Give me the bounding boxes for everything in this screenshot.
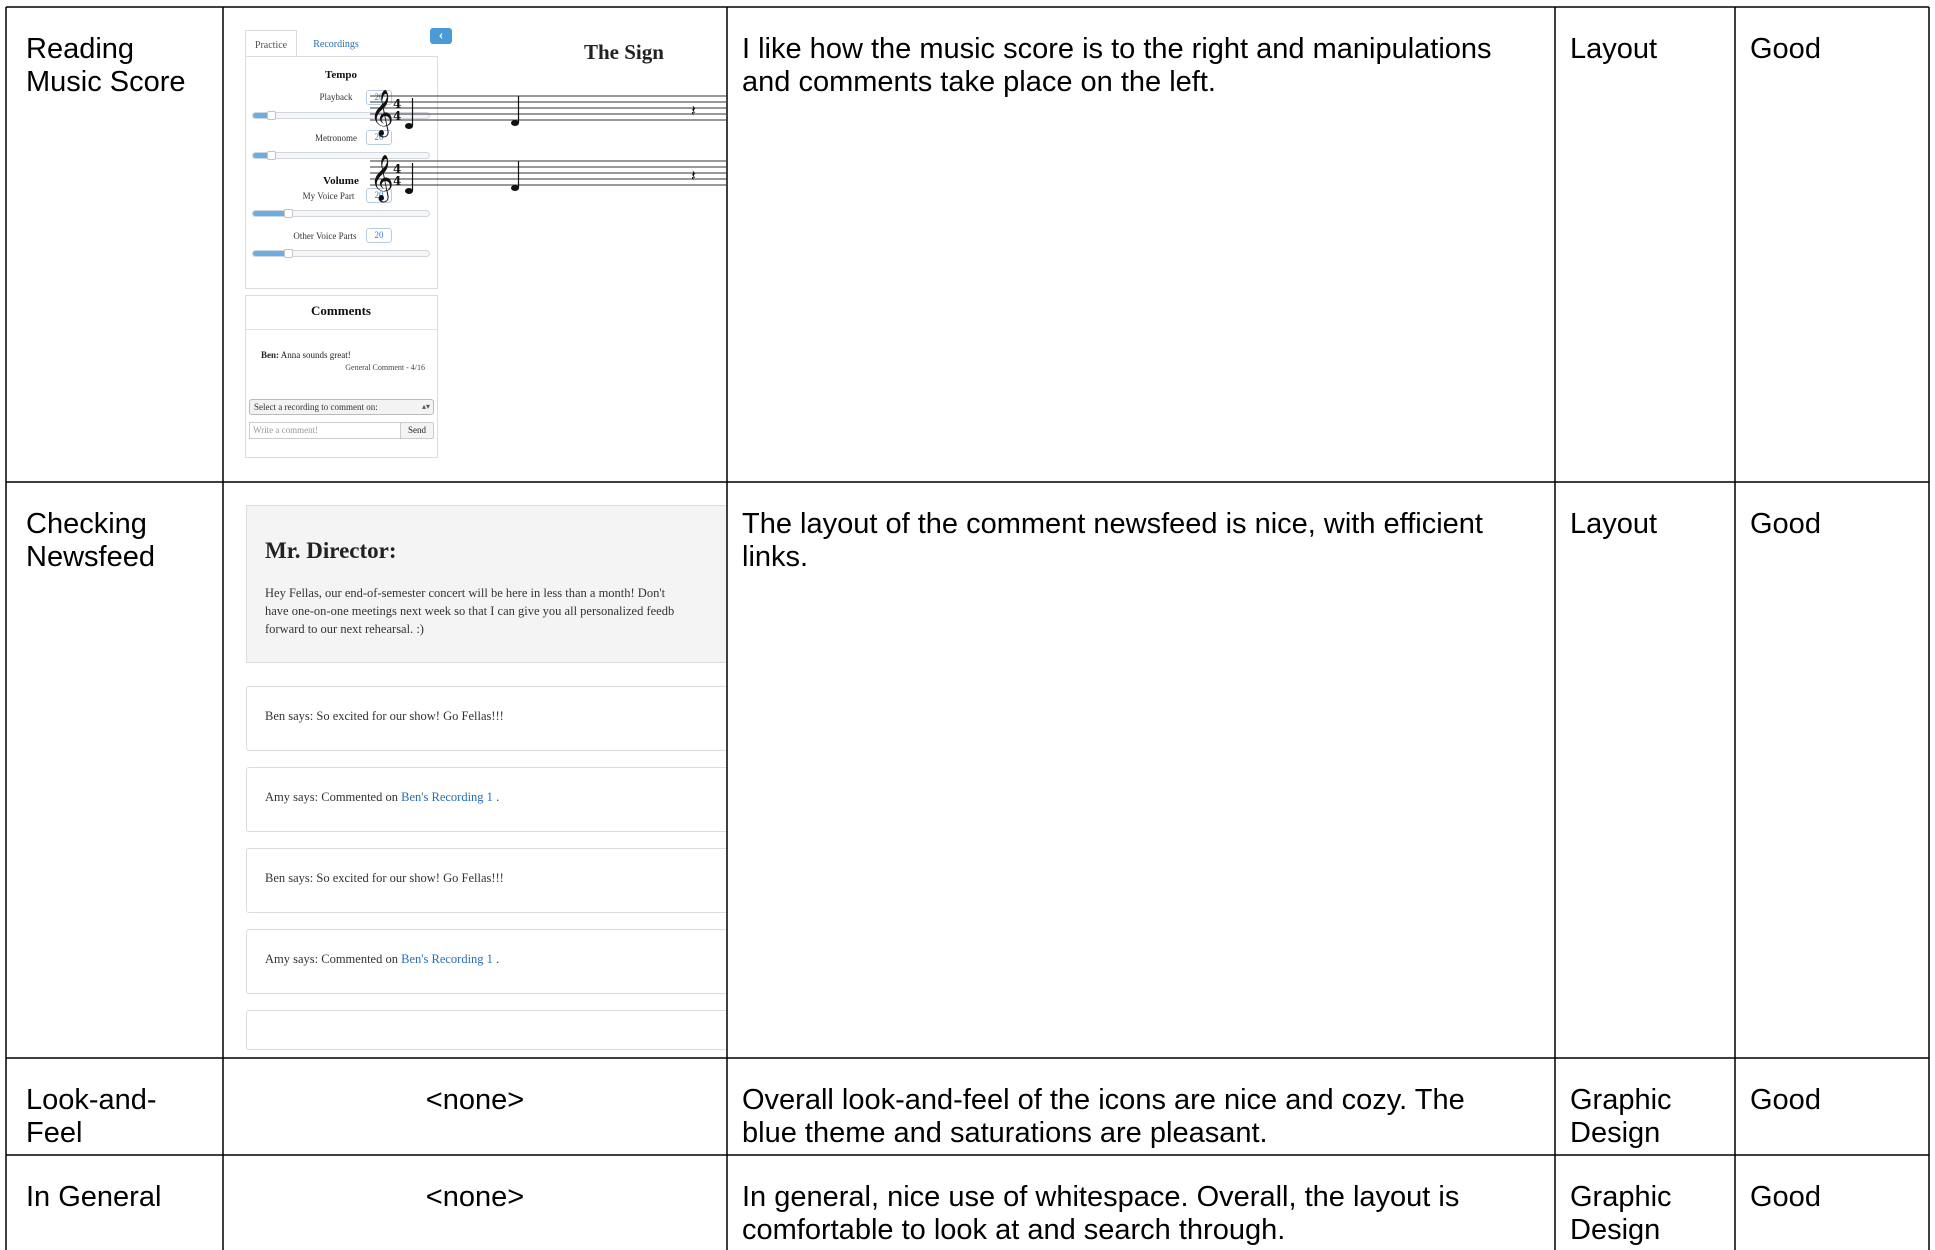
category-cell: Layout [1570, 508, 1658, 540]
feed-text-end: . [492, 952, 500, 966]
comment-text: Anna sounds great! [280, 350, 351, 360]
newsfeed-screenshot: Mr. Director: Hey Fellas, our end-of-sem… [224, 483, 726, 1057]
comment-cell: Overall look-and-feel of the icons are n… [742, 1084, 1465, 1149]
my-voice-fill [253, 211, 289, 216]
announcement-line: have one-on-one meetings next week so th… [265, 604, 675, 618]
task-cell: In General [26, 1181, 162, 1213]
recording-link[interactable]: Ben's Recording 1 [401, 952, 493, 966]
task-cell: Checking Newsfeed [26, 508, 155, 573]
comment-cell: I like how the music score is to the rig… [742, 33, 1492, 98]
svg-text:𝄞: 𝄞 [370, 155, 394, 203]
feed-item: Ben says: So excited for our show! Go Fe… [246, 848, 726, 913]
task-cell: Look-and- Feel [26, 1084, 157, 1149]
other-voice-fill [253, 251, 289, 256]
feed-text: Ben says: So excited for our show! Go Fe… [265, 871, 504, 885]
recording-select[interactable]: Select a recording to comment on: ▴▾ [249, 399, 434, 415]
feed-text: Amy says: Commented on [265, 952, 402, 966]
feed-item-text: Ben says: So excited for our show! Go Fe… [265, 871, 504, 886]
recording-link[interactable]: Ben's Recording 1 [401, 790, 493, 804]
metronome-handle[interactable] [267, 151, 276, 160]
category-cell: Graphic Design [1570, 1084, 1672, 1149]
announcement-line: forward to our next rehearsal. :) [265, 622, 424, 636]
svg-text:𝄽: 𝄽 [691, 101, 696, 120]
my-voice-label: My Voice Part [302, 191, 355, 201]
comment-entry: Ben: Anna sounds great! [261, 350, 351, 360]
feed-text: Ben says: So excited for our show! Go Fe… [265, 709, 504, 723]
rating-cell: Good [1750, 508, 1821, 540]
feed-item: Ben says: So excited for our show! Go Fe… [246, 686, 726, 751]
my-voice-handle[interactable] [284, 209, 293, 218]
rating-cell: Good [1750, 33, 1821, 65]
announcement-body: Hey Fellas, our end-of-semester concert … [265, 584, 726, 638]
other-voice-value[interactable]: 20 [366, 228, 392, 243]
feed-item-partial [246, 1010, 726, 1050]
comment-cell: The layout of the comment newsfeed is ni… [742, 508, 1483, 573]
rating-cell: Good [1750, 1084, 1821, 1116]
other-voice-label: Other Voice Parts [293, 231, 357, 241]
svg-text:4: 4 [393, 109, 401, 123]
task-cell: Reading Music Score [26, 33, 186, 98]
tab-practice[interactable]: Practice [245, 30, 297, 59]
announcement-card: Mr. Director: Hey Fellas, our end-of-sem… [246, 505, 726, 663]
chevron-left-icon: ‹ [438, 28, 444, 43]
select-caret-icon: ▴▾ [421, 402, 430, 411]
other-voice-slider[interactable] [252, 249, 430, 258]
category-cell: Layout [1570, 33, 1658, 65]
feed-item: Amy says: Commented on Ben's Recording 1… [246, 929, 726, 994]
metronome-label: Metronome [315, 133, 357, 143]
rating-cell: Good [1750, 1181, 1821, 1213]
screenshot-cell: <none> [425, 1084, 525, 1116]
music-staff-1: 𝄞 4 4 𝄽 [370, 90, 726, 138]
playback-handle[interactable] [267, 111, 276, 120]
music-staff-2: 𝄞 4 4 𝄽 [370, 155, 726, 203]
score-title: The Sign [584, 40, 664, 64]
feed-item-text: Amy says: Commented on Ben's Recording 1… [265, 790, 499, 805]
comments-panel: Comments Ben: Anna sounds great! General… [245, 295, 438, 458]
comment-author: Ben: [261, 350, 279, 360]
send-button[interactable]: Send [400, 422, 434, 439]
comments-heading: Comments [311, 303, 371, 318]
tab-recordings[interactable]: Recordings [301, 30, 371, 59]
comment-cell: In general, nice use of whitespace. Over… [742, 1181, 1460, 1246]
other-voice-handle[interactable] [284, 249, 293, 258]
tempo-heading: Tempo [325, 69, 357, 81]
category-cell: Graphic Design [1570, 1181, 1672, 1246]
feed-text-end: . [492, 790, 500, 804]
comment-input[interactable]: Write a comment! [249, 422, 401, 439]
svg-text:𝄽: 𝄽 [691, 166, 696, 185]
feed-text: Amy says: Commented on [265, 790, 402, 804]
comments-divider [246, 329, 437, 330]
announcement-line: Hey Fellas, our end-of-semester concert … [265, 586, 666, 600]
feed-item-text: Amy says: Commented on Ben's Recording 1… [265, 952, 499, 967]
feed-item: Amy says: Commented on Ben's Recording 1… [246, 767, 726, 832]
svg-text:𝄞: 𝄞 [370, 90, 394, 138]
playback-label: Playback [319, 92, 353, 102]
announcement-title: Mr. Director: [265, 538, 397, 563]
panel-tabs: Practice Recordings [245, 30, 435, 59]
collapse-panel-button[interactable]: ‹ [430, 28, 452, 44]
recording-select-value: Select a recording to comment on: [254, 402, 378, 412]
music-score-screenshot: Practice Recordings Tempo Playback 20 Me… [224, 8, 726, 481]
feed-item-text: Ben says: So excited for our show! Go Fe… [265, 709, 504, 724]
svg-text:4: 4 [393, 174, 401, 188]
screenshot-cell: <none> [425, 1181, 525, 1213]
comment-meta: General Comment - 4/16 [345, 363, 425, 372]
